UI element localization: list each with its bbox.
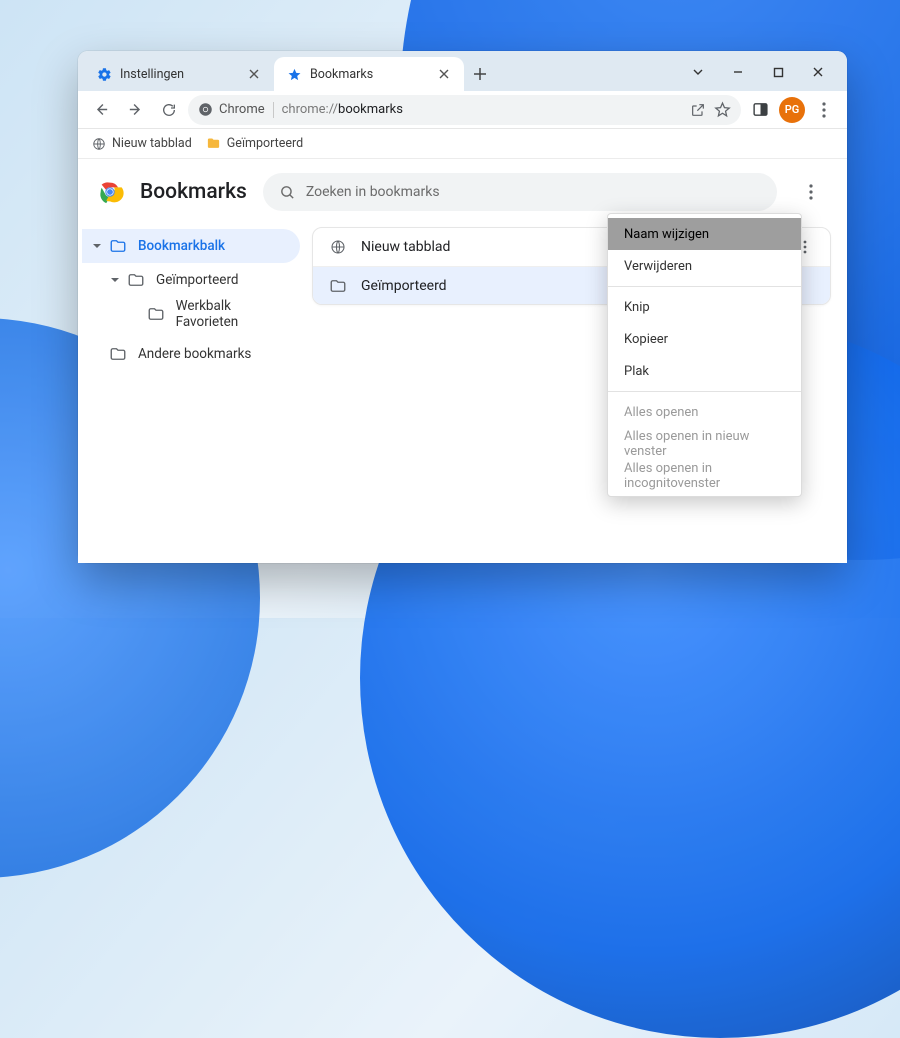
folder-icon (329, 277, 347, 295)
tab-dropdown-button[interactable] (681, 57, 715, 87)
tab-settings[interactable]: Instellingen (84, 57, 274, 91)
separator (608, 286, 801, 287)
bookmarks-bar-item[interactable]: Geïmporteerd (206, 136, 303, 151)
star-outline-icon[interactable] (714, 101, 731, 118)
reload-button[interactable] (154, 95, 184, 125)
bookmarks-bar-item-label: Geïmporteerd (227, 136, 303, 151)
tree-item-werkbalk-favorieten[interactable]: Werkbalk Favorieten (82, 297, 300, 331)
tree-item-label: Werkbalk Favorieten (176, 298, 290, 330)
omnibox[interactable]: Chrome chrome://bookmarks (188, 95, 741, 125)
close-window-button[interactable] (801, 57, 835, 87)
search-icon (279, 184, 296, 201)
ctx-item-cut[interactable]: Knip (608, 291, 801, 323)
bookmarks-bar-item-label: Nieuw tabblad (112, 136, 192, 151)
search-placeholder: Zoeken in bookmarks (306, 184, 440, 200)
ctx-item-open-all-incognito[interactable]: Alles openen in incognitovenster (608, 460, 801, 492)
maximize-button[interactable] (761, 57, 795, 87)
ctx-item-open-all-new-window[interactable]: Alles openen in nieuw venster (608, 428, 801, 460)
bookmarks-tree: Bookmarkbalk Geïmporteerd Werkbalk Favor… (78, 225, 308, 371)
ctx-item-delete[interactable]: Verwijderen (608, 250, 801, 282)
toolbar: Chrome chrome://bookmarks PG (78, 91, 847, 129)
chrome-icon (198, 102, 213, 117)
tab-title: Bookmarks (310, 67, 428, 82)
tree-item-label: Bookmarkbalk (138, 238, 225, 254)
star-icon (286, 66, 302, 82)
folder-icon (147, 304, 166, 324)
tree-item-geimporteerd[interactable]: Geïmporteerd (82, 263, 300, 297)
back-button[interactable] (86, 95, 116, 125)
tree-item-andere-bookmarks[interactable]: Andere bookmarks (82, 337, 300, 371)
globe-icon (92, 137, 106, 151)
forward-button[interactable] (120, 95, 150, 125)
chevron-down-icon[interactable] (104, 275, 126, 285)
folder-icon (126, 270, 146, 290)
separator (608, 391, 801, 392)
tab-bookmarks[interactable]: Bookmarks (274, 57, 464, 91)
bookmarks-bar-item[interactable]: Nieuw tabblad (92, 136, 192, 151)
chrome-logo-icon (96, 178, 124, 206)
ctx-item-rename[interactable]: Naam wijzigen (608, 218, 801, 250)
avatar-initials: PG (785, 103, 800, 116)
tree-item-label: Andere bookmarks (138, 346, 251, 362)
globe-icon (329, 238, 347, 256)
ctx-item-paste[interactable]: Plak (608, 355, 801, 387)
search-bookmarks-input[interactable]: Zoeken in bookmarks (263, 173, 777, 211)
tabstrip: Instellingen Bookmarks (78, 51, 847, 91)
window-controls (681, 57, 841, 91)
tab-title: Instellingen (120, 67, 238, 82)
origin-label: Chrome (219, 102, 265, 117)
bookmarks-bar: Nieuw tabblad Geïmporteerd (78, 129, 847, 159)
bookmarks-page: Bookmarks Zoeken in bookmarks Bookmarkba… (78, 159, 847, 563)
share-icon[interactable] (690, 102, 706, 118)
close-icon[interactable] (436, 66, 452, 82)
folder-icon (108, 344, 128, 364)
folder-icon (108, 236, 128, 256)
context-menu: Naam wijzigen Verwijderen Knip Kopieer P… (607, 213, 802, 497)
profile-avatar[interactable]: PG (779, 97, 805, 123)
tree-item-label: Geïmporteerd (156, 272, 239, 288)
folder-icon (206, 136, 221, 151)
tree-item-bookmarkbalk[interactable]: Bookmarkbalk (82, 229, 300, 263)
url-display: chrome://bookmarks (282, 102, 403, 117)
kebab-menu-button[interactable] (809, 95, 839, 125)
page-kebab-button[interactable] (793, 174, 829, 210)
chevron-down-icon[interactable] (86, 241, 108, 251)
browser-window: Instellingen Bookmarks (78, 51, 847, 563)
ctx-item-copy[interactable]: Kopieer (608, 323, 801, 355)
ctx-item-open-all[interactable]: Alles openen (608, 396, 801, 428)
gear-icon (96, 66, 112, 82)
site-chip[interactable]: Chrome (198, 102, 265, 117)
new-tab-button[interactable] (466, 60, 494, 88)
close-icon[interactable] (246, 66, 262, 82)
side-panel-button[interactable] (745, 95, 775, 125)
separator (273, 102, 274, 118)
page-title: Bookmarks (140, 180, 247, 204)
minimize-button[interactable] (721, 57, 755, 87)
omnibox-actions (690, 101, 731, 118)
